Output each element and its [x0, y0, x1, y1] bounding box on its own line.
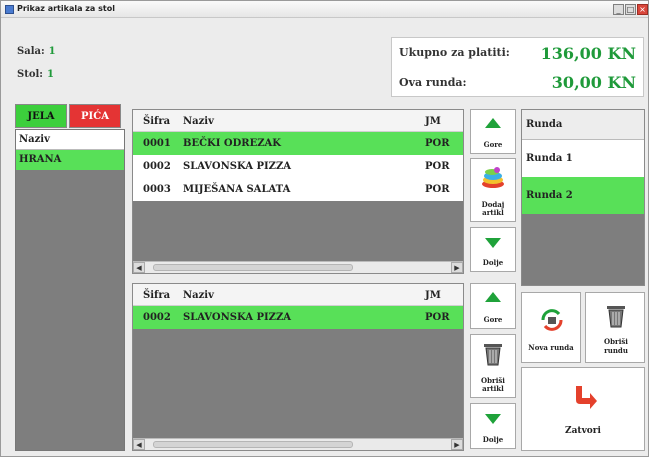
cup-cycle-icon — [539, 307, 565, 335]
delete-round-button[interactable]: Obriši rundu — [585, 292, 645, 363]
move-up-label: Gore — [483, 140, 503, 149]
arrow-up-icon — [485, 292, 501, 302]
cell-sifra: 0002 — [143, 161, 171, 172]
move-down-button-bottom[interactable]: Dolje — [470, 403, 516, 449]
category-header: Naziv — [16, 130, 124, 150]
round-header: Runda — [522, 110, 644, 140]
move-up-label: Gore — [483, 315, 503, 324]
table-row[interactable]: 0003 MIJEŠANA SALATA POR — [133, 178, 463, 201]
table-row[interactable]: 0002 SLAVONSKA PIZZA POR — [133, 155, 463, 178]
cell-sifra: 0001 — [143, 138, 171, 149]
cell-naziv: SLAVONSKA PIZZA — [183, 312, 292, 323]
runda-value: 30,00 KN — [551, 73, 636, 92]
scroll-left-arrow[interactable]: ◀ — [133, 439, 145, 450]
scroll-left-arrow[interactable]: ◀ — [133, 262, 145, 273]
delete-article-label: Obriši artikl — [481, 376, 505, 393]
add-article-label: Dodaj artikl — [481, 200, 505, 217]
main-window: Prikaz artikala za stol _ □ × Sala: 1 Sto… — [0, 0, 649, 457]
scroll-thumb[interactable] — [153, 264, 353, 271]
ukupno-value: 136,00 KN — [540, 44, 636, 63]
trash-icon — [482, 341, 504, 369]
move-up-button[interactable]: Gore — [470, 109, 516, 154]
arrow-down-icon — [485, 238, 501, 248]
scroll-right-arrow[interactable]: ▶ — [451, 439, 463, 450]
col-sifra: Šifra — [143, 116, 171, 127]
new-round-label: Nova runda — [528, 343, 574, 352]
dishes-icon — [480, 165, 506, 193]
table-row[interactable]: 0002 SLAVONSKA PIZZA POR — [133, 306, 463, 329]
move-down-button[interactable]: Dolje — [470, 227, 516, 272]
app-icon — [5, 5, 14, 14]
articles-table: Šifra Naziv JM 0001 BEČKI ODREZAK POR 00… — [132, 109, 464, 274]
add-article-button[interactable]: Dodaj artikl — [470, 158, 516, 222]
window-title: Prikaz artikala za stol — [17, 4, 115, 13]
ukupno-label: Ukupno za platiti: — [399, 46, 510, 59]
sala-info: Sala: 1 — [17, 46, 56, 57]
cell-naziv: BEČKI ODREZAK — [183, 138, 281, 149]
tab-jela[interactable]: JELA — [15, 104, 67, 128]
cell-naziv: MIJEŠANA SALATA — [183, 184, 291, 195]
trash-icon — [605, 303, 627, 331]
round-list: Runda Runda 1 Runda 2 — [521, 109, 645, 286]
totals-panel: Ukupno za platiti: 136,00 KN Ova runda: … — [391, 37, 644, 97]
round-item-1[interactable]: Runda 1 — [522, 140, 644, 177]
col-jm: JM — [425, 290, 441, 301]
stol-value: 1 — [47, 69, 54, 80]
arrow-down-icon — [485, 414, 501, 424]
round-items-table: Šifra Naziv JM 0002 SLAVONSKA PIZZA POR … — [132, 283, 464, 451]
exit-arrow-icon — [570, 382, 598, 414]
move-down-label: Dolje — [482, 258, 504, 267]
category-item-hrana[interactable]: HRANA — [16, 150, 124, 170]
runda-label: Ova runda: — [399, 76, 467, 89]
round-item-2[interactable]: Runda 2 — [522, 177, 644, 214]
cell-jm: POR — [425, 138, 450, 149]
stol-info: Stol: 1 — [17, 69, 54, 80]
close-button[interactable]: Zatvori — [521, 367, 645, 451]
move-up-button-bottom[interactable]: Gore — [470, 283, 516, 329]
title-bar: Prikaz artikala za stol _ □ × — [1, 1, 648, 18]
new-round-button[interactable]: Nova runda — [521, 292, 581, 363]
arrow-up-icon — [485, 118, 501, 128]
minimize-button[interactable]: _ — [613, 4, 624, 15]
table-header: Šifra Naziv JM — [133, 110, 463, 132]
tab-pica[interactable]: PIĆA — [69, 104, 121, 128]
horizontal-scrollbar[interactable]: ◀ ▶ — [133, 261, 463, 273]
maximize-button[interactable]: □ — [625, 4, 636, 15]
col-naziv: Naziv — [183, 290, 214, 301]
col-naziv: Naziv — [183, 116, 214, 127]
delete-article-button[interactable]: Obriši artikl — [470, 334, 516, 398]
cell-jm: POR — [425, 161, 450, 172]
col-sifra: Šifra — [143, 290, 171, 301]
sala-label: Sala: — [17, 46, 45, 57]
cell-sifra: 0003 — [143, 184, 171, 195]
stol-label: Stol: — [17, 69, 44, 80]
sala-value: 1 — [48, 46, 56, 57]
cell-sifra: 0002 — [143, 312, 171, 323]
scroll-right-arrow[interactable]: ▶ — [451, 262, 463, 273]
table-header: Šifra Naziv JM — [133, 284, 463, 306]
table-row[interactable]: 0001 BEČKI ODREZAK POR — [133, 132, 463, 155]
cell-jm: POR — [425, 184, 450, 195]
cell-jm: POR — [425, 312, 450, 323]
move-down-label: Dolje — [482, 435, 504, 444]
cell-naziv: SLAVONSKA PIZZA — [183, 161, 292, 172]
scroll-thumb[interactable] — [153, 441, 353, 448]
delete-round-label: Obriši rundu — [604, 337, 628, 355]
col-jm: JM — [425, 116, 441, 127]
close-label: Zatvori — [565, 426, 601, 436]
horizontal-scrollbar[interactable]: ◀ ▶ — [133, 438, 463, 450]
close-window-button[interactable]: × — [637, 4, 648, 15]
category-list: Naziv HRANA — [15, 129, 125, 451]
